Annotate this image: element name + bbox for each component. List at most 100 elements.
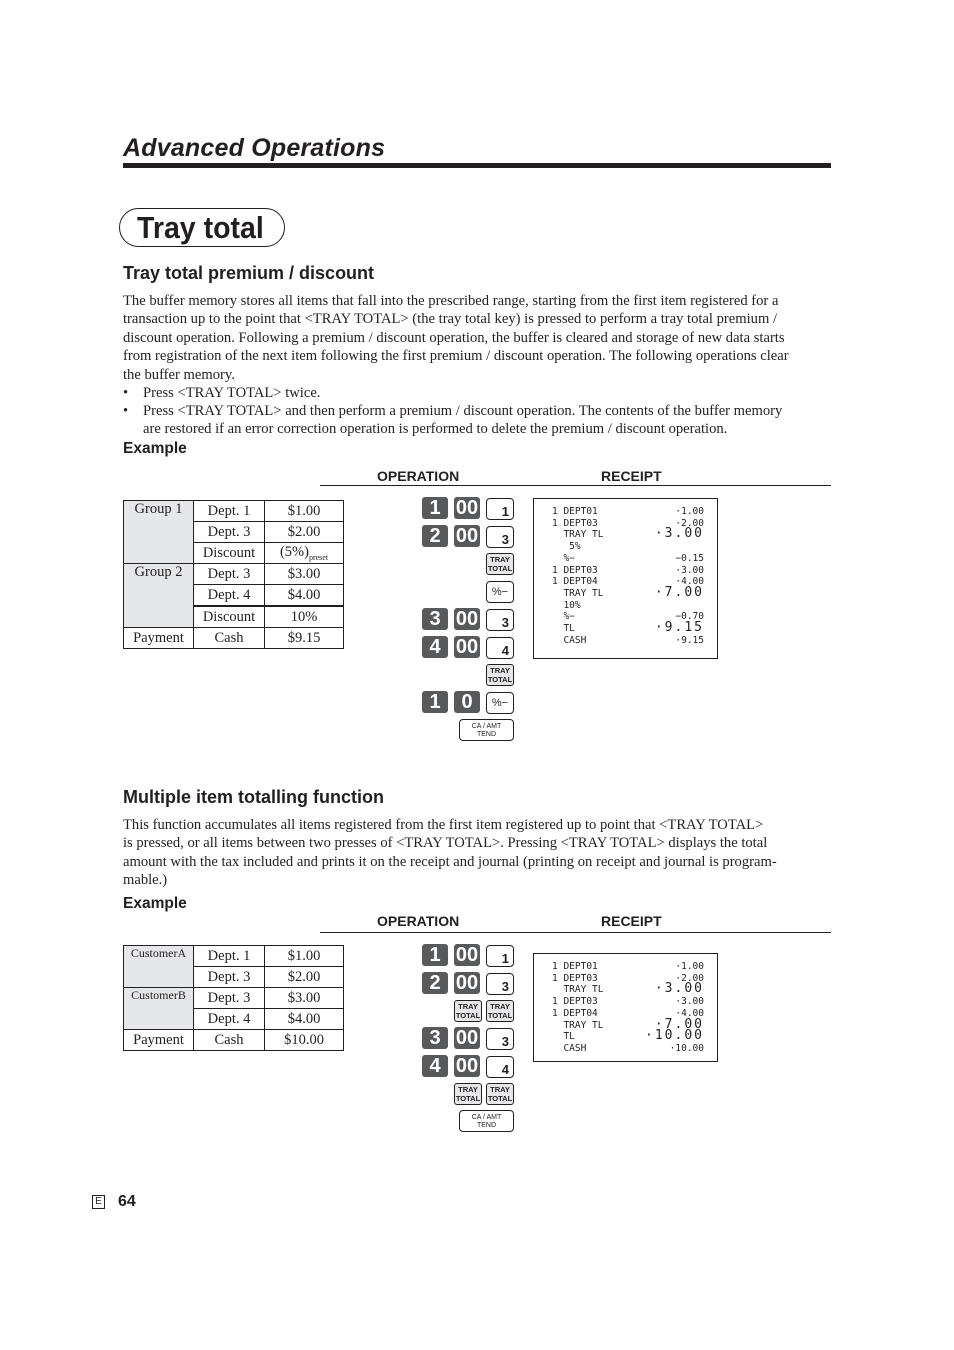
numeric-key-3: 3: [422, 1027, 448, 1049]
numeric-key-1: 1: [422, 497, 448, 519]
receipt-line: CASH ·9.15: [552, 635, 704, 647]
tray-total-key: TRAY TOTAL: [486, 664, 514, 686]
bullet-line: are restored if an error correction oper…: [143, 421, 728, 438]
receipt-line-amount: ·1.00: [675, 961, 704, 972]
operation-label: OPERATION: [377, 913, 460, 929]
key-label: TOTAL: [455, 1010, 481, 1020]
bullet-dot: •: [123, 403, 129, 419]
table-row: Group 2 Dept. 3 $3.00: [123, 563, 344, 628]
preset-note: preset: [308, 552, 329, 562]
receipt-line-label: 1 DEPT04: [552, 1007, 598, 1019]
chapter-rule: [123, 163, 831, 168]
section2-paragraph: This function accumulates all items regi…: [123, 816, 823, 890]
table-cell: Dept. 3: [193, 563, 265, 585]
group-name: Group 1: [123, 500, 194, 564]
receipt-line-label: 5%: [552, 541, 581, 553]
numeric-key-1: 1: [422, 944, 448, 966]
receipt-line-label: TRAY TL: [552, 587, 604, 599]
tray-total-key: TRAY TOTAL: [486, 1000, 514, 1022]
paragraph-line: from registration of the next item follo…: [123, 348, 789, 365]
table-cell: Payment: [123, 627, 194, 649]
receipt-label: RECEIPT: [601, 468, 662, 484]
numeric-key-00: 00: [454, 608, 480, 630]
table-cell: Dept. 3: [193, 966, 265, 988]
table-cell: $4.00: [264, 584, 344, 607]
numeric-key-4: 4: [422, 1055, 448, 1077]
language-mark: E: [92, 1195, 105, 1209]
receipt-line-amount: ·10.00: [645, 1028, 704, 1044]
dept-key-4: 4: [486, 637, 514, 659]
section1-heading: Tray total premium / discount: [123, 263, 375, 283]
key-label: TEND: [476, 1122, 497, 1129]
receipt-line-label: %−: [552, 611, 575, 623]
numeric-key-00: 00: [454, 944, 480, 966]
table-cell: Dept. 1: [193, 500, 265, 522]
table-cell: Payment: [123, 1029, 194, 1051]
key-label: CA / AMT: [471, 1114, 502, 1121]
table-cell: Cash: [193, 1029, 265, 1051]
numeric-key-2: 2: [422, 972, 448, 994]
table-cell: Discount: [193, 542, 265, 564]
key-label: TOTAL: [487, 563, 513, 573]
table-row: Payment Cash $10.00: [123, 1029, 344, 1051]
dept-key-3: 3: [486, 1028, 514, 1050]
receipt-line: TL ·10.00: [552, 1028, 704, 1044]
table-cell: $3.00: [264, 987, 344, 1009]
group-name: CustomerB: [123, 987, 194, 1030]
table-row: Payment Cash $9.15: [123, 627, 344, 649]
receipt-line-amount: ·10.00: [669, 1042, 704, 1054]
numeric-key-00: 00: [454, 525, 480, 547]
page-title: Tray total: [137, 210, 264, 245]
tray-total-key: TRAY TOTAL: [486, 1083, 514, 1105]
numeric-key-00: 00: [454, 497, 480, 519]
operation-label: OPERATION: [377, 468, 460, 484]
bullet-line: Press <TRAY TOTAL> twice.: [143, 385, 321, 401]
numeric-key-2: 2: [422, 525, 448, 547]
receipt-line-label: 1 DEPT04: [552, 576, 598, 588]
receipt-line-label: 1 DEPT03: [552, 564, 598, 576]
bullet-dot: •: [123, 385, 129, 401]
table-cell: Discount: [193, 605, 265, 628]
numeric-key-00: 00: [454, 1055, 480, 1077]
receipt-line-label: 1 DEPT01: [552, 961, 598, 972]
table-row: Group 1 Dept. 1 $1.00: [123, 500, 344, 564]
key-label: TOTAL: [487, 674, 513, 684]
table-cell: (5%)preset: [264, 542, 344, 564]
column-header-rule: [320, 932, 831, 933]
bullet-item: • Press <TRAY TOTAL> twice.: [123, 384, 833, 402]
numeric-key-00: 00: [454, 972, 480, 994]
percent-minus-key: %−: [486, 581, 514, 603]
table-cell: Cash: [193, 627, 265, 649]
paragraph-line: This function accumulates all items regi…: [123, 817, 764, 833]
page-title-pill: Tray total: [119, 208, 285, 247]
example-table-1: Group 1 Dept. 1 $1.00 Dept. 3 $2.00 Disc…: [123, 500, 344, 649]
key-label: CA / AMT: [471, 723, 502, 730]
table-cell: $1.00: [264, 500, 344, 522]
receipt-line-label: TRAY TL: [552, 1019, 604, 1031]
receipt-2: 1 DEPT01·1.00 1 DEPT03·2.00 TRAY TL ·3.00 1…: [533, 953, 718, 1062]
chapter-title: Advanced Operations: [123, 134, 386, 162]
tray-total-key: TRAY TOTAL: [454, 1083, 482, 1105]
receipt-line-label: 1 DEPT03: [552, 972, 598, 984]
receipt-1: 1 DEPT01·1.00 1 DEPT03·2.00 TRAY TL ·3.00 …: [533, 498, 718, 659]
receipt-line: 1 DEPT03 ·3.00: [552, 996, 704, 1008]
receipt-line-label: TL: [552, 623, 575, 634]
receipt-line-amount: ·3.00: [654, 526, 704, 542]
receipt-line-label: CASH: [552, 1042, 587, 1054]
table-cell: Dept. 3: [193, 521, 265, 543]
table-cell: $3.00: [264, 563, 344, 585]
table-row: CustomerA Dept. 1 $1.00: [123, 945, 344, 988]
numeric-key-00: 00: [454, 1027, 480, 1049]
dept-key-3: 3: [486, 609, 514, 631]
receipt-line-amount: ·3.00: [654, 981, 704, 997]
paragraph-line: amount with the tax included and prints …: [123, 853, 777, 870]
table-cell: Dept. 3: [193, 987, 265, 1009]
table-cell: $10.00: [264, 1029, 344, 1051]
paragraph-line: The buffer memory stores all items that …: [123, 293, 779, 309]
table-cell: Dept. 1: [193, 945, 265, 967]
table-cell: $1.00: [264, 945, 344, 967]
table-row: CustomerB Dept. 3 $3.00: [123, 987, 344, 1030]
key-label: TEND: [476, 731, 497, 738]
dept-key-1: 1: [486, 498, 514, 520]
receipt-line-label: 1 DEPT03: [552, 996, 598, 1008]
